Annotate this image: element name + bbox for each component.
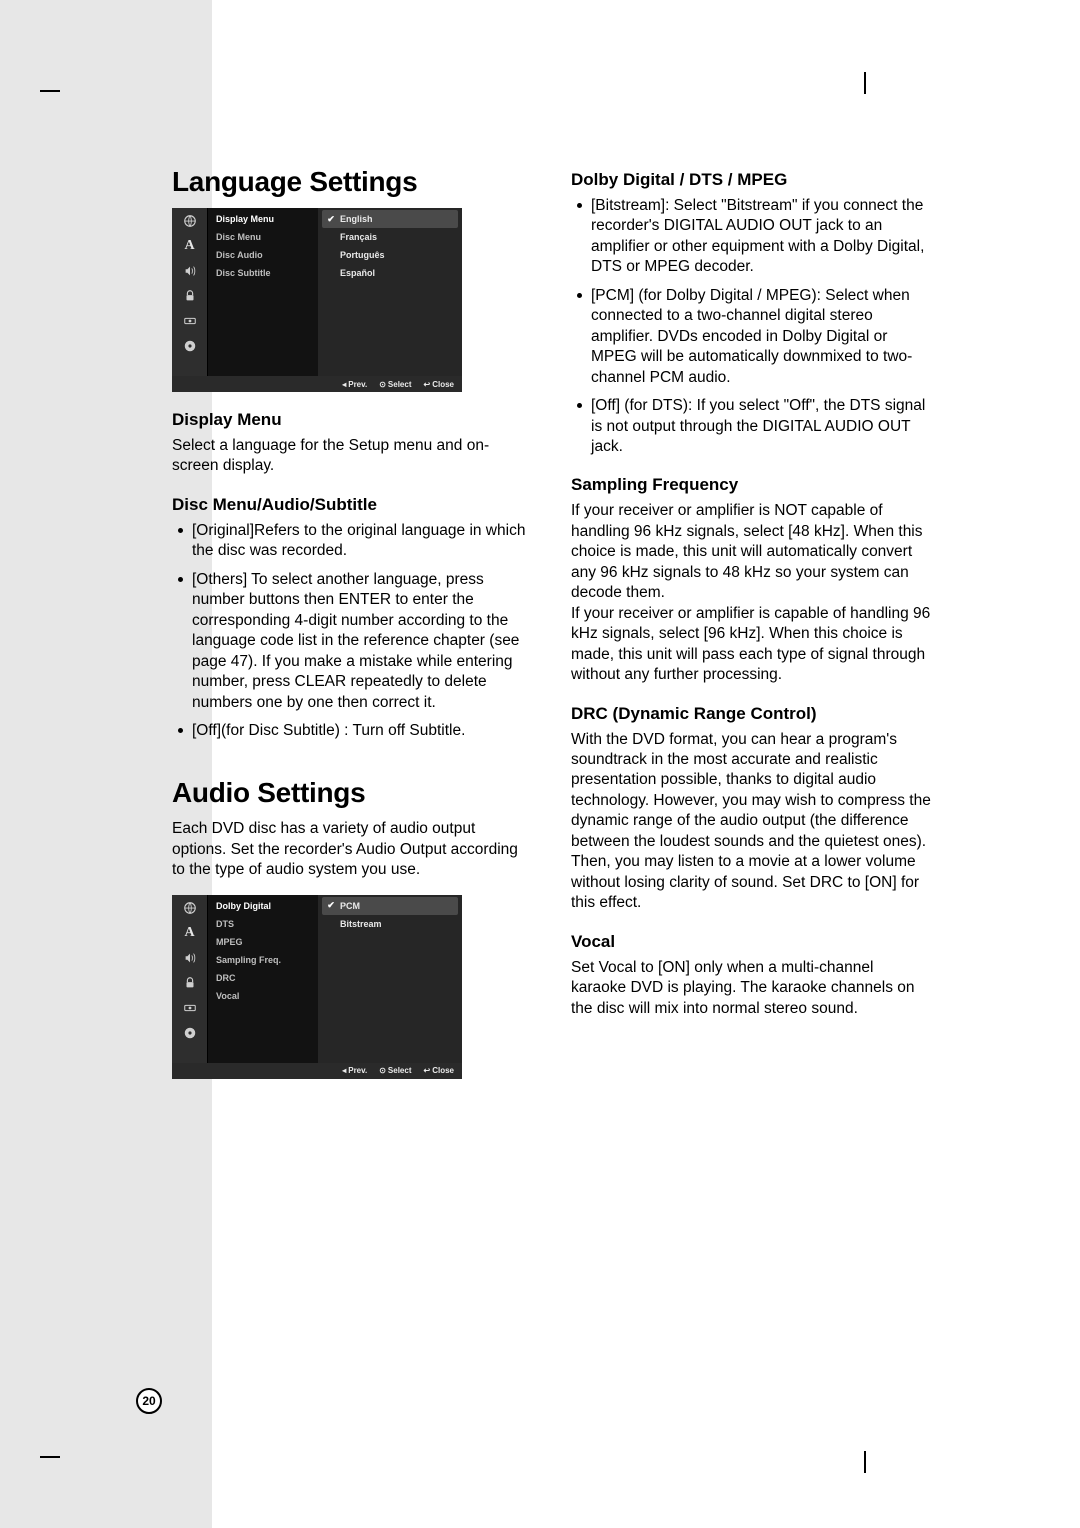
lock-icon — [181, 974, 199, 992]
osd-audio-screenshot: A Dolby Digital DTS MPEG Sampling Freq. … — [172, 895, 462, 1079]
osd-footer-prev: ◂Prev. — [342, 380, 367, 389]
osd-menu-list: Display Menu Disc Menu Disc Audio Disc S… — [208, 208, 318, 376]
osd-menu-item: DRC — [216, 969, 318, 987]
osd-footer-select: ⊙Select — [379, 1066, 411, 1075]
osd-option-label: Bitstream — [340, 919, 382, 929]
letter-a-icon: A — [181, 924, 199, 942]
osd-option: Français — [322, 228, 458, 246]
osd-option: ✔ PCM — [322, 897, 458, 915]
osd-option-label: English — [340, 214, 373, 224]
column-right: Dolby Digital / DTS / MPEG [Bitstream]: … — [571, 166, 932, 1093]
osd-footer-prev: ◂Prev. — [342, 1066, 367, 1075]
page-number: 20 — [136, 1388, 162, 1414]
osd-menu-item: Dolby Digital — [216, 897, 318, 915]
body-text: If your receiver or amplifier is capable… — [571, 604, 932, 686]
body-text: Select a language for the Setup menu and… — [172, 436, 533, 477]
osd-menu-item: Disc Audio — [216, 246, 318, 264]
body-text: With the DVD format, you can hear a prog… — [571, 730, 932, 914]
osd-footer-select: ⊙Select — [379, 380, 411, 389]
heading-audio-settings: Audio Settings — [172, 777, 533, 809]
osd-menu-item: Sampling Freq. — [216, 951, 318, 969]
page-content: Language Settings A Display Menu Disc Me… — [172, 166, 932, 1093]
osd-option-list: ✔ PCM Bitstream — [318, 895, 462, 1063]
globe-icon — [181, 212, 199, 230]
osd-menu-list: Dolby Digital DTS MPEG Sampling Freq. DR… — [208, 895, 318, 1063]
list-item: [Off](for Disc Subtitle) : Turn off Subt… — [172, 721, 533, 741]
globe-icon — [181, 899, 199, 917]
lock-icon — [181, 287, 199, 305]
subheading-vocal: Vocal — [571, 932, 932, 952]
rec-icon — [181, 312, 199, 330]
disc-icon — [181, 337, 199, 355]
osd-option-label: Português — [340, 250, 385, 260]
subheading-disc-menu-audio-subtitle: Disc Menu/Audio/Subtitle — [172, 495, 533, 515]
speaker-icon — [181, 262, 199, 280]
osd-footer-close: ↩Close — [424, 380, 455, 389]
list-item: [Original]Refers to the original languag… — [172, 521, 533, 562]
body-text: Set Vocal to [ON] only when a multi-chan… — [571, 958, 932, 1019]
osd-footer: ◂Prev. ⊙Select ↩Close — [172, 1063, 462, 1079]
osd-footer: ◂Prev. ⊙Select ↩Close — [172, 376, 462, 392]
body-text: If your receiver or amplifier is NOT cap… — [571, 501, 932, 603]
osd-option-label: Français — [340, 232, 377, 242]
crop-mark — [40, 1456, 60, 1458]
osd-menu-item: Disc Menu — [216, 228, 318, 246]
osd-option-label: Español — [340, 268, 375, 278]
osd-option: Bitstream — [322, 915, 458, 933]
osd-menu-item: MPEG — [216, 933, 318, 951]
disc-icon — [181, 1024, 199, 1042]
heading-language-settings: Language Settings — [172, 166, 533, 198]
osd-menu-item: DTS — [216, 915, 318, 933]
osd-option: Español — [322, 264, 458, 282]
osd-menu-item: Disc Subtitle — [216, 264, 318, 282]
column-left: Language Settings A Display Menu Disc Me… — [172, 166, 533, 1093]
letter-a-icon: A — [181, 237, 199, 255]
check-icon: ✔ — [326, 900, 336, 911]
rec-icon — [181, 999, 199, 1017]
list-item: [Off] (for DTS): If you select "Off", th… — [571, 396, 932, 457]
crop-mark — [40, 90, 60, 92]
subheading-sampling-frequency: Sampling Frequency — [571, 475, 932, 495]
list-item: [Bitstream]: Select "Bitstream" if you c… — [571, 196, 932, 278]
osd-option-label: PCM — [340, 901, 360, 911]
subheading-dolby-dts-mpeg: Dolby Digital / DTS / MPEG — [571, 170, 932, 190]
osd-icon-rail: A — [172, 895, 208, 1063]
osd-option: ✔ English — [322, 210, 458, 228]
osd-menu-item: Vocal — [216, 987, 318, 1005]
list-item: [Others] To select another language, pre… — [172, 570, 533, 713]
check-icon: ✔ — [326, 214, 336, 225]
osd-menu-item: Display Menu — [216, 210, 318, 228]
list-item: [PCM] (for Dolby Digital / MPEG): Select… — [571, 286, 932, 388]
osd-footer-close: ↩Close — [424, 1066, 455, 1075]
speaker-icon — [181, 949, 199, 967]
crop-mark — [864, 72, 866, 94]
crop-mark — [864, 1451, 866, 1473]
body-text: Each DVD disc has a variety of audio out… — [172, 819, 533, 880]
bullet-list: [Original]Refers to the original languag… — [172, 521, 533, 742]
osd-icon-rail: A — [172, 208, 208, 376]
osd-option-list: ✔ English Français Português Español — [318, 208, 462, 376]
subheading-display-menu: Display Menu — [172, 410, 533, 430]
bullet-list: [Bitstream]: Select "Bitstream" if you c… — [571, 196, 932, 457]
osd-language-screenshot: A Display Menu Disc Menu Disc Audio Disc… — [172, 208, 462, 392]
osd-option: Português — [322, 246, 458, 264]
subheading-drc: DRC (Dynamic Range Control) — [571, 704, 932, 724]
